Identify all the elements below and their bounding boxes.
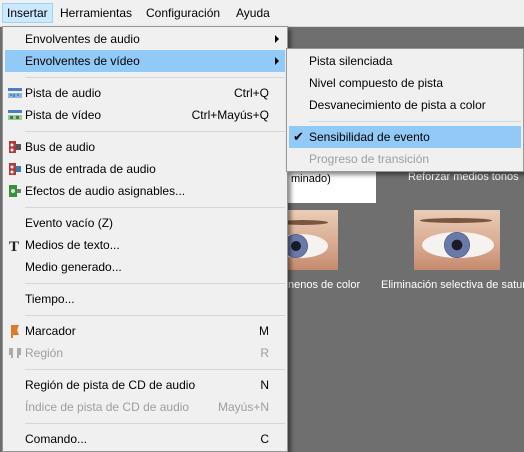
menu-separator (25, 283, 285, 284)
menu-separator (25, 207, 285, 208)
menu-item-comando[interactable]: Comando... C (5, 428, 285, 450)
menu-item-region-pista-cd[interactable]: Región de pista de CD de audio N (5, 374, 285, 396)
submenu-item-sensibilidad-evento[interactable]: ✔ Sensibilidad de evento (289, 126, 521, 148)
menu-item-envolventes-video[interactable]: Envolventes de vídeo (5, 50, 285, 72)
marker-icon (11, 325, 19, 338)
insert-menu: Envolventes de audio Envolventes de víde… (2, 26, 288, 452)
menu-shortcut: Ctrl+Mayús+Q (191, 108, 269, 122)
menu-item-pista-video[interactable]: Pista de vídeo Ctrl+Mayús+Q (5, 104, 285, 126)
menu-shortcut: Mayús+N (217, 400, 269, 414)
menu-item-label: Efectos de audio asignables... (25, 184, 186, 198)
menu-item-efectos-audio[interactable]: Efectos de audio asignables... (5, 180, 285, 202)
menu-item-label: Medios de texto... (25, 238, 120, 252)
menu-insertar[interactable]: Insertar (2, 3, 53, 23)
menu-separator (25, 315, 285, 316)
menu-shortcut: N (260, 378, 269, 392)
menu-item-label: Bus de audio (25, 140, 96, 154)
menu-item-label: Marcador (25, 324, 76, 338)
menu-item-label: Comando... (25, 432, 88, 446)
menu-shortcut: C (260, 432, 269, 446)
menu-separator (309, 121, 521, 122)
effect-caption: minado) (291, 173, 331, 185)
input-bus-icon (9, 163, 21, 175)
text-media-icon: T (9, 239, 19, 253)
submenu-arrow-icon (275, 35, 279, 43)
assignable-fx-icon (9, 185, 21, 197)
effect-caption: nenos de color (288, 279, 361, 291)
svg-text:T: T (9, 239, 19, 253)
menu-item-label: Pista silenciada (309, 54, 393, 68)
effect-thumbnail[interactable] (414, 210, 500, 270)
menu-item-label: Bus de entrada de audio (25, 162, 156, 176)
menu-configuracion[interactable]: Configuración (142, 4, 224, 22)
submenu-item-progreso-transicion[interactable]: Progreso de transición (289, 148, 521, 170)
menu-item-envolventes-audio[interactable]: Envolventes de audio (5, 28, 285, 50)
menu-item-tiempo[interactable]: Tiempo... (5, 288, 285, 310)
menu-shortcut: M (259, 324, 269, 338)
menu-shortcut: Ctrl+Q (233, 86, 269, 100)
submenu-item-nivel-compuesto[interactable]: Nivel compuesto de pista (289, 72, 521, 94)
menu-item-bus-audio[interactable]: Bus de audio (5, 136, 285, 158)
menu-item-bus-entrada-audio[interactable]: Bus de entrada de audio (5, 158, 285, 180)
region-icon (9, 348, 21, 358)
submenu-arrow-icon (275, 57, 279, 65)
menu-ayuda[interactable]: Ayuda (232, 4, 274, 22)
menu-item-label: Pista de vídeo (25, 108, 102, 122)
menu-item-label: Evento vacío (Z) (25, 216, 114, 230)
menu-item-label: Región de pista de CD de audio (25, 378, 196, 392)
menu-item-label: Región (25, 346, 64, 360)
effect-thumbnail[interactable] (288, 210, 338, 270)
menu-item-label: Envolventes de audio (25, 32, 140, 46)
menu-item-label: Tiempo... (25, 292, 75, 306)
menu-item-label: Nivel compuesto de pista (309, 76, 444, 90)
audio-track-icon (8, 88, 22, 98)
video-track-icon (8, 110, 22, 120)
menu-item-marcador[interactable]: Marcador M (5, 320, 285, 342)
checkmark-icon: ✔ (293, 129, 304, 144)
menu-item-pista-audio[interactable]: Pista de audio Ctrl+Q (5, 82, 285, 104)
menu-item-label: Desvanecimiento de pista a color (309, 98, 486, 112)
menu-bar: Insertar Herramientas Configuración Ayud… (0, 0, 524, 27)
menu-item-label: Índice de pista de CD de audio (25, 400, 190, 414)
menu-item-label: Pista de audio (25, 86, 102, 100)
menu-item-indice-pista-cd[interactable]: Índice de pista de CD de audio Mayús+N (5, 396, 285, 418)
menu-item-medio-generado[interactable]: Medio generado... (5, 256, 285, 278)
menu-separator (25, 423, 285, 424)
menu-separator (25, 131, 285, 132)
video-envelopes-submenu: Pista silenciada Nivel compuesto de pist… (286, 48, 524, 172)
menu-item-label: Progreso de transición (309, 152, 430, 166)
menu-item-label: Sensibilidad de evento (309, 130, 430, 144)
menu-item-label: Medio generado... (25, 260, 122, 274)
menu-herramientas[interactable]: Herramientas (56, 4, 136, 22)
submenu-item-desvanecimiento[interactable]: Desvanecimiento de pista a color (289, 94, 521, 116)
menu-separator (25, 369, 285, 370)
menu-item-region[interactable]: Región R (5, 342, 285, 364)
effect-caption: Reforzar medios tonos (408, 171, 519, 183)
menu-item-label: Envolventes de vídeo (25, 54, 140, 68)
menu-item-evento-vacio[interactable]: Evento vacío (Z) (5, 212, 285, 234)
menu-shortcut: R (260, 346, 269, 360)
submenu-item-pista-silenciada[interactable]: Pista silenciada (289, 50, 521, 72)
effect-caption: Eliminación selectiva de satura (381, 279, 524, 291)
menu-separator (25, 77, 285, 78)
menu-item-medios-texto[interactable]: T Medios de texto... (5, 234, 285, 256)
audio-bus-icon (9, 141, 21, 153)
